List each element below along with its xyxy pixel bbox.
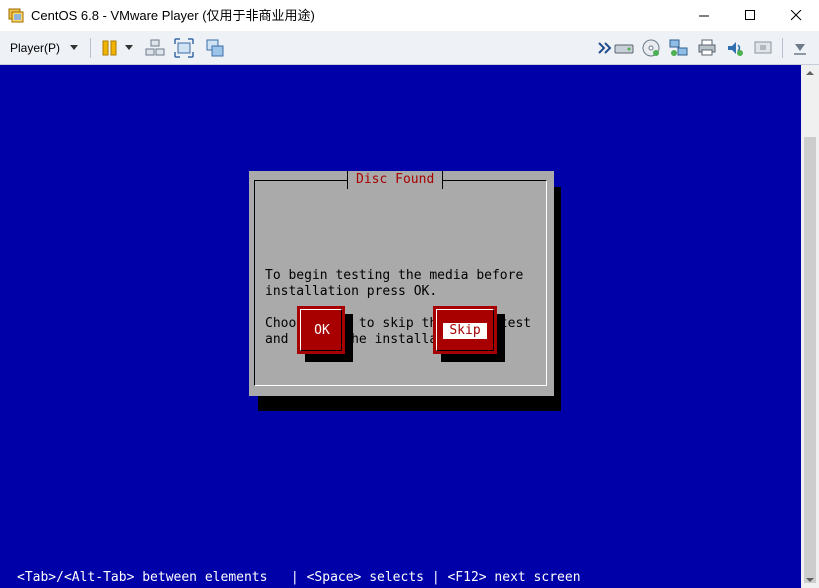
- skip-button-bevel: Skip: [436, 309, 494, 351]
- player-menu-button[interactable]: Player(P): [6, 36, 64, 60]
- title-bar[interactable]: CentOS 6.8 - VMware Player (仅用于非商业用途): [0, 0, 819, 31]
- scrollbar-thumb[interactable]: [804, 137, 816, 583]
- toolbar-separator: [782, 38, 783, 58]
- scroll-down-arrow-icon[interactable]: [806, 578, 814, 582]
- maximize-button[interactable]: [727, 0, 773, 31]
- toolbar-separator: [90, 38, 91, 58]
- vertical-scrollbar[interactable]: [801, 65, 819, 588]
- unity-icon[interactable]: [205, 38, 225, 58]
- ok-button[interactable]: OK: [297, 306, 345, 354]
- disc-found-dialog: Disc Found To begin testing the media be…: [249, 171, 554, 396]
- printer-icon[interactable]: [697, 38, 717, 58]
- display-icon[interactable]: [753, 38, 773, 58]
- vmware-app-icon: [8, 7, 24, 23]
- minimize-button[interactable]: [681, 0, 727, 31]
- pause-icon[interactable]: [100, 38, 120, 58]
- network-adapter-icon[interactable]: [669, 38, 689, 58]
- close-icon: [791, 10, 802, 21]
- dialog-title: Disc Found: [347, 171, 444, 189]
- window-title: CentOS 6.8 - VMware Player (仅用于非商业用途): [31, 8, 315, 23]
- cd-dvd-icon[interactable]: [641, 38, 661, 58]
- skip-button-label: Skip: [443, 323, 487, 339]
- close-button[interactable]: [773, 0, 819, 31]
- ok-button-bevel: OK: [300, 309, 342, 351]
- skip-button[interactable]: Skip: [433, 306, 497, 354]
- minimize-icon: [699, 15, 709, 17]
- keyboard-hint-line: <Tab>/<Alt-Tab> between elements | <Spac…: [17, 570, 581, 585]
- maximize-icon: [745, 10, 755, 20]
- scroll-up-arrow-icon[interactable]: [806, 71, 814, 75]
- collapse-toolbar-icon[interactable]: [790, 38, 810, 58]
- send-ctrl-alt-del-icon[interactable]: [145, 38, 165, 58]
- player-menu-dropdown-icon[interactable]: [70, 45, 78, 50]
- pause-dropdown-icon[interactable]: [125, 45, 133, 50]
- ok-button-label: OK: [314, 323, 330, 338]
- hard-disk-icon[interactable]: [614, 38, 634, 58]
- fullscreen-icon[interactable]: [174, 38, 194, 58]
- sound-card-icon[interactable]: [725, 38, 745, 58]
- vm-console-screen[interactable]: Disc Found To begin testing the media be…: [0, 65, 801, 588]
- dialog-text-line-1: To begin testing the media before: [265, 268, 524, 283]
- toolbar: Player(P): [0, 31, 819, 65]
- dialog-text-line-2: installation press OK.: [265, 284, 438, 299]
- more-arrow-icon[interactable]: [596, 38, 616, 58]
